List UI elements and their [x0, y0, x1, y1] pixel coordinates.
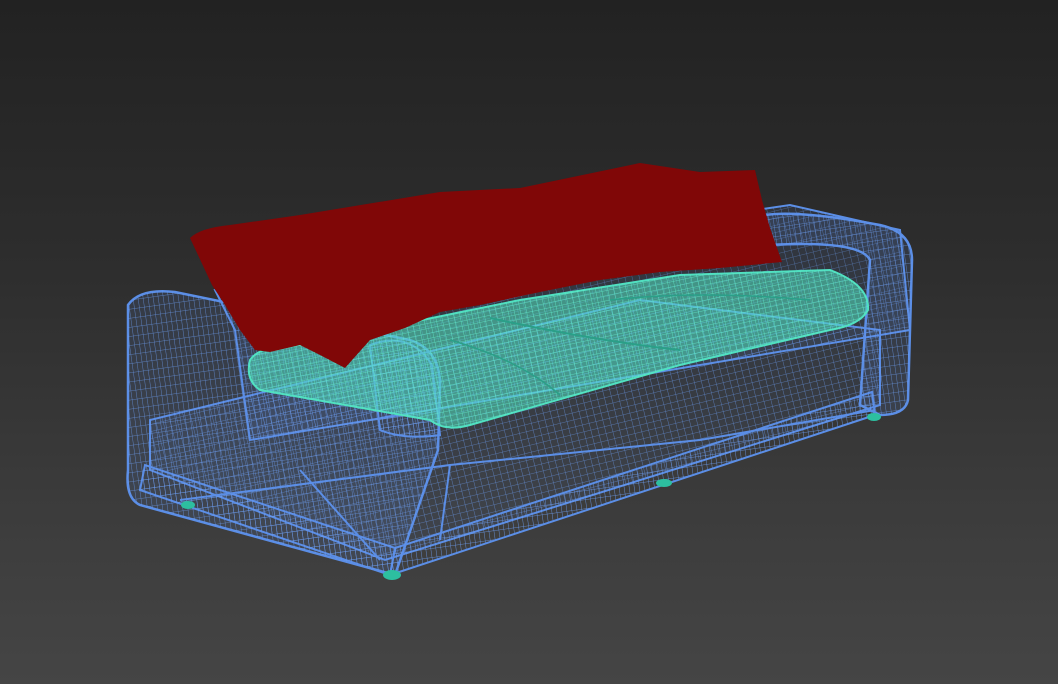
3d-viewport[interactable] [0, 0, 1058, 684]
sofa-scene[interactable] [0, 0, 1058, 684]
